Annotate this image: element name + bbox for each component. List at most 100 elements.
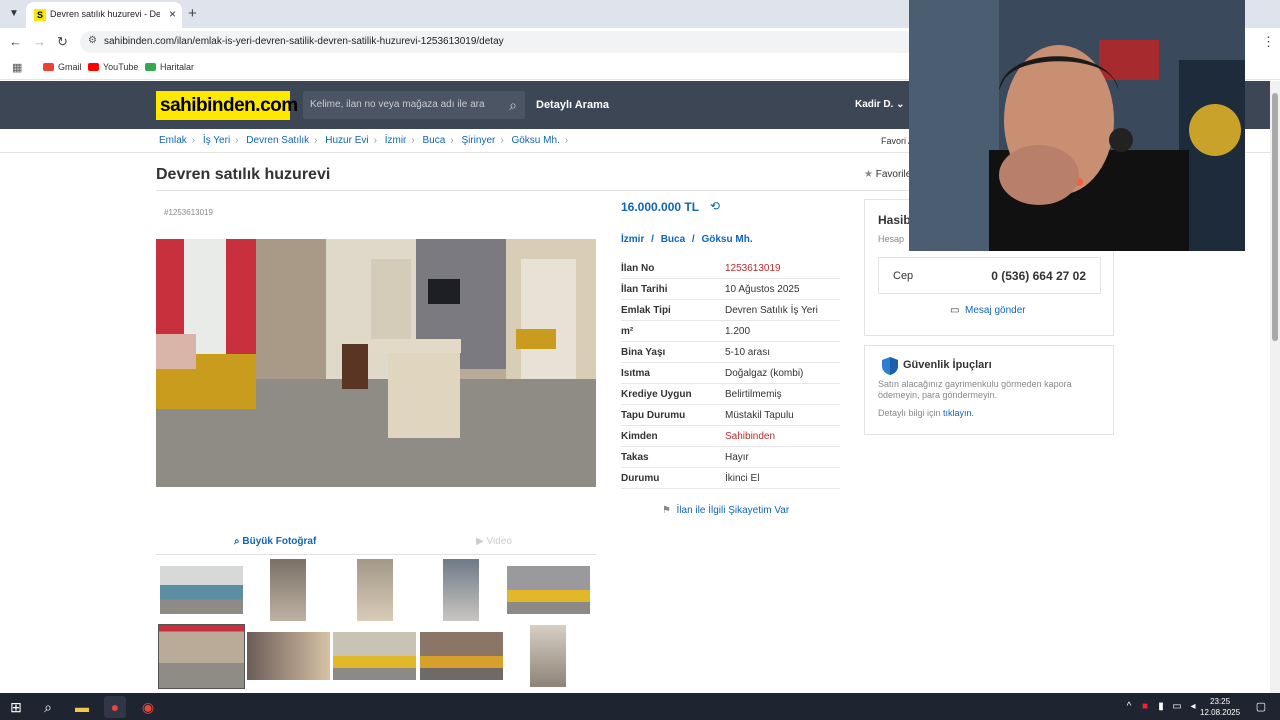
back-icon[interactable]: ← [9,34,22,49]
tab-title: Devren satılık huzurevi - Devren [50,9,160,19]
thumbnail[interactable] [443,559,479,621]
room-photo [156,239,596,487]
file-explorer-icon[interactable]: ▬ [71,696,93,718]
message-icon: ▭ [950,305,960,316]
add-favorite-button[interactable]: ★ Favorile [864,169,911,180]
clock[interactable]: 23:25 12.08.2025 [1200,696,1240,718]
main-photo[interactable] [156,239,596,487]
detail-row: Isıtma Doğalgaz (kombi) [621,363,840,384]
detail-row: İlan Tarihi 10 Ağustos 2025 [621,279,840,300]
forward-icon[interactable]: → [33,34,46,49]
gmail-icon [43,63,54,71]
security-detail-link[interactable]: tıklayın. [943,408,974,418]
shield-icon [882,357,898,375]
seller-since: Hesap [878,234,905,244]
divider [156,190,916,191]
breadcrumb-list: Emlak › İş Yeri › Devren Satılık › Huzur Ev… [159,135,569,146]
security-title: Güvenlik İpuçları [903,359,992,371]
breadcrumb-item[interactable]: Buca [423,135,446,146]
clock-time: 23:25 [1210,697,1231,706]
search-input[interactable]: Kelime, ilan no veya mağaza adı ile ara … [303,91,525,119]
site-info-icon[interactable]: ⚙ [88,35,97,46]
security-text: Satın alacağınız gayrimenkulu görmeden k… [878,379,1072,400]
bookmark-gmail[interactable]: Gmail [43,62,82,72]
breadcrumb-item[interactable]: Göksu Mh. [511,135,559,146]
video-tab[interactable]: ▶ Video [476,536,512,547]
scrollbar-thumb[interactable] [1272,93,1278,341]
star-icon: ★ [864,169,873,180]
chevron-down-icon: ⌄ [896,99,905,110]
complaint-link[interactable]: ⚑ İlan ile İlgili Şikayetim Var [662,505,789,516]
thumbnail[interactable] [247,632,330,680]
windows-start-icon[interactable]: ⊞ [5,696,27,718]
phone-box: Cep 0 (536) 664 27 02 [878,257,1101,294]
breadcrumb-item[interactable]: Huzur Evi [325,135,368,146]
windows-taskbar: ⊞ ⌕ ▬ ● ◉ ^ ■ ▮ ▭ ◂ 23:25 12.08.2025 ▢ [0,693,1280,720]
thumbnail-selected[interactable] [158,624,245,689]
youtube-icon [88,63,99,71]
webcam-image [909,0,1245,251]
thumbnail[interactable] [507,566,590,614]
big-photo-tab[interactable]: ⌕ Büyük Fotoğraf [234,536,316,547]
breadcrumb-item[interactable]: İzmir [385,135,407,146]
listing-details-table: İlan No 1253613019 İlan Tarihi 10 Ağustos … [621,258,840,489]
thumbnail[interactable] [357,559,393,621]
chrome-icon[interactable]: ● [104,696,126,718]
site-logo[interactable]: sahibinden.com [156,91,298,120]
location-city[interactable]: İzmir [621,234,644,245]
tab-search-icon[interactable]: ▼ [4,4,24,24]
page-scrollbar[interactable] [1270,81,1280,693]
thumbnail[interactable] [530,625,566,687]
search-icon[interactable]: ⌕ [509,97,517,114]
listing-price: 16.000.000 TL [621,200,700,214]
detail-row: Krediye Uygun Belirtilmemiş [621,384,840,405]
phone-number[interactable]: 0 (536) 664 27 02 [991,269,1086,283]
browser-tab[interactable]: S Devren satılık huzurevi - Devren × [26,2,182,28]
breadcrumb-item[interactable]: Şirinyer [461,135,495,146]
breadcrumb-item[interactable]: Devren Satılık [246,135,309,146]
detail-row: Kimden Sahibinden [621,426,840,447]
detail-row: İlan No 1253613019 [621,258,840,279]
thumbnail-gallery [156,557,596,693]
page-title: Devren satılık huzurevi [156,166,331,183]
detail-row: Bina Yaşı 5-10 arası [621,342,840,363]
location-neighborhood[interactable]: Göksu Mh. [701,234,752,245]
new-tab-icon[interactable]: + [188,5,197,22]
photo-tabs: ⌕ Büyük Fotoğraf ▶ Video [156,531,596,555]
security-detail: Detaylı bilgi için tıklayın. [878,408,975,418]
flag-icon: ⚑ [662,505,671,516]
detail-row: Tapu Durumu Müstakil Tapulu [621,405,840,426]
send-message-button[interactable]: ▭ Mesaj gönder [950,305,1026,316]
search-placeholder: Kelime, ilan no veya mağaza adı ile ara [310,99,485,110]
detail-row: m² 1.200 [621,321,840,342]
thumbnail[interactable] [160,566,243,614]
tab-close-icon[interactable]: × [169,7,176,21]
thumbnail[interactable] [420,632,503,680]
user-name: Kadir D. [855,99,894,110]
detail-row: Emlak Tipi Devren Satılık İş Yeri [621,300,840,321]
bookmark-maps[interactable]: Haritalar [145,62,194,72]
phone-label: Cep [893,270,914,282]
seller-name[interactable]: Hasib [878,213,911,227]
chrome-menu-icon[interactable]: ⋮ [1262,34,1275,50]
advanced-search-link[interactable]: Detaylı Arama [536,99,609,111]
security-tips-box: Güvenlik İpuçları Satın alacağınız gayri… [864,345,1114,435]
reload-icon[interactable]: ↻ [57,34,68,50]
user-menu[interactable]: Kadir D. ⌄ [855,99,905,110]
bookmark-youtube[interactable]: YouTube [88,62,138,72]
apps-icon[interactable]: ▦ [12,61,22,74]
url-text: sahibinden.com/ilan/emlak-is-yeri-devren… [104,36,504,47]
webcam-overlay [909,0,1245,251]
location-district[interactable]: Buca [661,234,685,245]
breadcrumb-item[interactable]: Emlak [159,135,187,146]
obs-icon[interactable]: ◉ [137,696,159,718]
thumbnail[interactable] [270,559,306,621]
search-icon[interactable]: ⌕ [37,696,59,718]
play-icon: ▶ [476,536,484,547]
tab-favicon: S [34,9,46,21]
breadcrumb-item[interactable]: İş Yeri [203,135,230,146]
notification-icon[interactable]: ▢ [1250,696,1272,718]
thumbnail[interactable] [333,632,416,680]
price-history-icon[interactable]: ⟲ [710,199,720,213]
detail-row: Durumu İkinci El [621,468,840,489]
